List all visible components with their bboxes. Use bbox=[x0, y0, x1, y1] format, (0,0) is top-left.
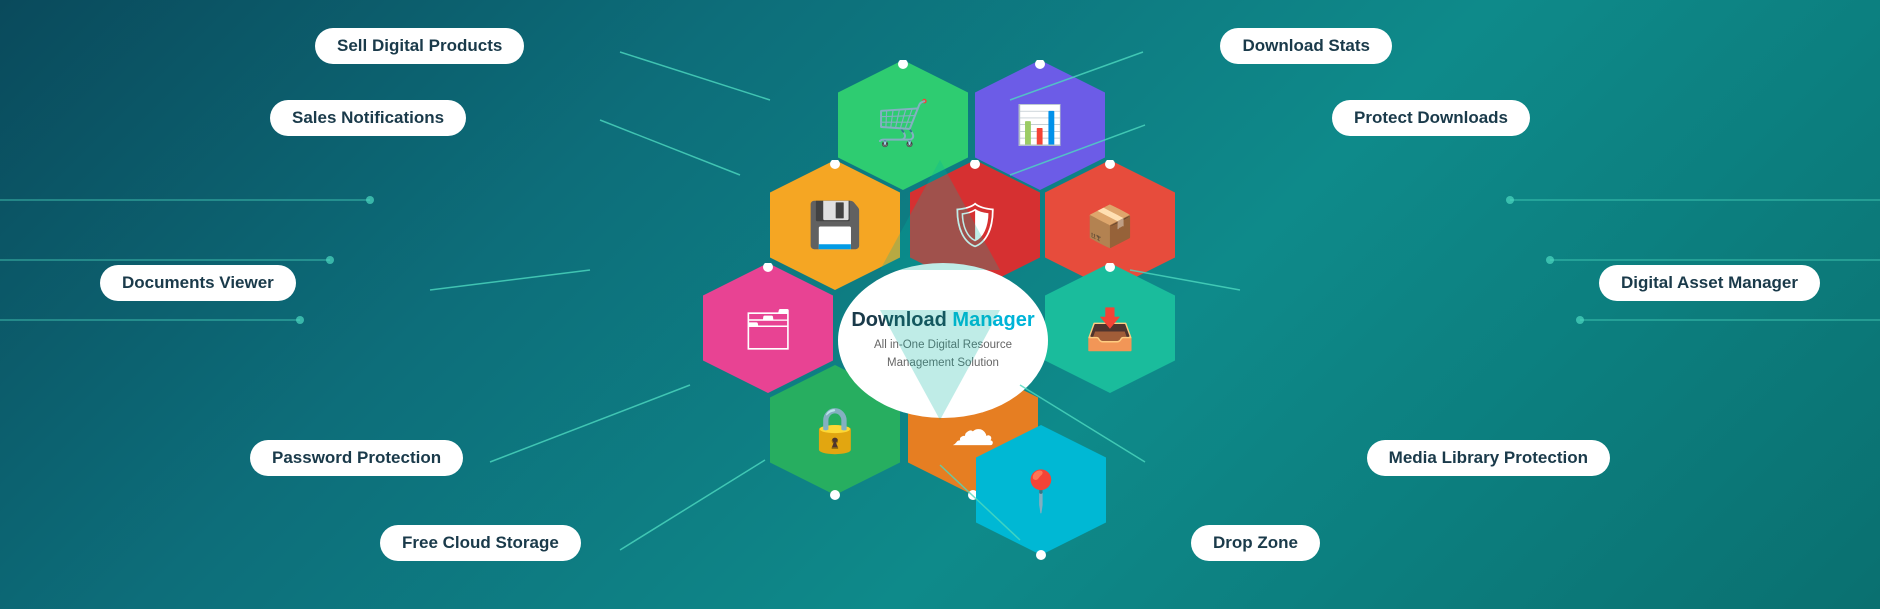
svg-text:📥: 📥 bbox=[1085, 306, 1135, 352]
password-protection-label: Password Protection bbox=[250, 440, 463, 476]
sell-digital-label: Sell Digital Products bbox=[315, 28, 524, 64]
background: Sell Digital Products Download Stats Sal… bbox=[0, 0, 1880, 609]
center-title: Download Manager bbox=[851, 308, 1034, 332]
media-library-label: Media Library Protection bbox=[1367, 440, 1610, 476]
protect-downloads-label: Protect Downloads bbox=[1332, 100, 1530, 136]
title-blue: Manager bbox=[952, 309, 1034, 331]
documents-viewer-label: Documents Viewer bbox=[100, 265, 296, 301]
download-stats-label: Download Stats bbox=[1220, 28, 1392, 64]
svg-text:📍: 📍 bbox=[1016, 468, 1066, 514]
svg-text:📦: 📦 bbox=[1085, 203, 1135, 249]
svg-text:📊: 📊 bbox=[1016, 103, 1063, 147]
drop-zone-label: Drop Zone bbox=[1191, 525, 1320, 561]
svg-text:🛒: 🛒 bbox=[876, 98, 931, 148]
pin-hex: 📍 bbox=[976, 425, 1106, 575]
download-hex: 📥 bbox=[1045, 263, 1175, 413]
free-cloud-label: Free Cloud Storage bbox=[380, 525, 581, 561]
digital-asset-label: Digital Asset Manager bbox=[1599, 265, 1820, 301]
title-black: Download bbox=[851, 309, 947, 331]
svg-text:🗂: 🗂 bbox=[743, 308, 794, 352]
svg-text:💾: 💾 bbox=[808, 200, 863, 250]
sales-notifications-label: Sales Notifications bbox=[270, 100, 466, 136]
center-subtitle: All in-One Digital ResourceManagement So… bbox=[874, 337, 1012, 372]
svg-text:🔒: 🔒 bbox=[808, 406, 863, 455]
svg-text:🛡: 🛡 bbox=[947, 201, 1003, 250]
